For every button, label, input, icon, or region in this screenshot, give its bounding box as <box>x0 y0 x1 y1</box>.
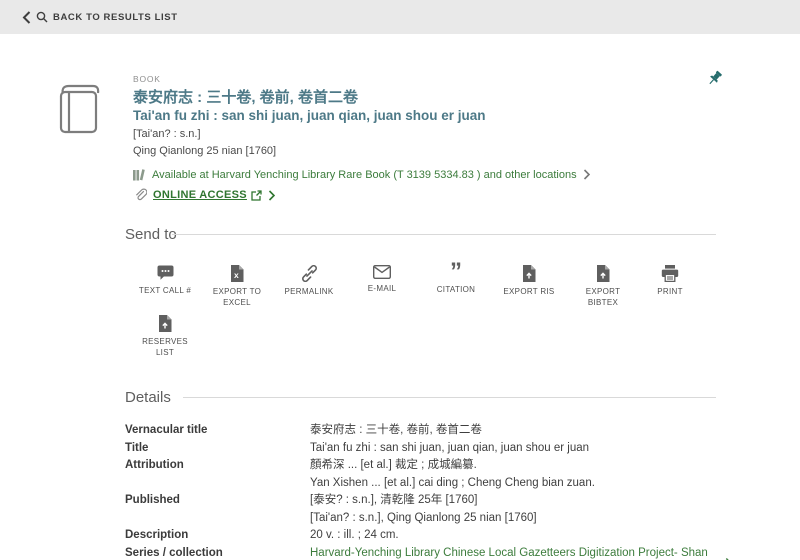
details-row-series-collection: Series / collection Harvard-Yenching Lib… <box>125 545 731 560</box>
svg-text:x: x <box>234 270 239 280</box>
topbar: BACK TO RESULTS LIST <box>0 0 800 34</box>
details-table: Vernacular title 泰安府志 : 三十卷, 卷前, 卷首二卷 Ti… <box>125 422 731 560</box>
details-value: Yan Xishen ... [et al.] cai ding ; Cheng… <box>310 476 595 489</box>
online-access-link[interactable]: ONLINE ACCESS <box>153 189 262 201</box>
speech-bubble-icon <box>157 265 173 280</box>
envelope-icon <box>373 265 391 279</box>
citation-button[interactable]: ” CITATION <box>419 258 493 295</box>
details-row-published: Published [泰安? : s.n.], 清乾隆 25年 [1760] [… <box>125 492 731 527</box>
send-to-rule <box>172 234 716 235</box>
reserves-list-button[interactable]: RESERVES LIST <box>128 315 202 358</box>
details-value: [Tai'an? : s.n.], Qing Qianlong 25 nian … <box>310 511 537 524</box>
action-label: TEXT CALL # <box>138 286 192 295</box>
action-label: RESERVES LIST <box>142 337 188 358</box>
record-imprint-line1: [Tai'an? : s.n.] <box>133 128 201 140</box>
external-link-icon <box>251 189 262 201</box>
details-label: Description <box>125 529 189 541</box>
pin-item-button[interactable] <box>706 70 723 87</box>
action-label: EXPORT BIBTEX <box>585 287 621 308</box>
record-title-vernacular: 泰安府志 : 三十卷, 卷前, 卷首二卷 <box>133 89 359 106</box>
chevron-right-icon <box>583 169 590 180</box>
details-row-description: Description 20 v. : ill. ; 24 cm. <box>125 527 731 545</box>
link-icon <box>301 265 317 282</box>
export-bibtex-button[interactable]: EXPORT BIBTEX <box>566 265 640 308</box>
chevron-right-icon <box>268 189 275 201</box>
paperclip-icon <box>135 188 147 201</box>
library-shelf-icon <box>133 169 145 181</box>
chevron-left-icon <box>22 10 31 24</box>
details-value: Tai'an fu zhi : san shi juan, juan qian,… <box>310 441 590 454</box>
printer-icon <box>661 265 679 282</box>
details-value: [泰安? : s.n.], 清乾隆 25年 [1760] <box>310 494 478 506</box>
quote-icon: ” <box>450 258 462 285</box>
details-label: Published <box>125 494 180 506</box>
email-button[interactable]: E-MAIL <box>345 265 419 294</box>
record-imprint-line2: Qing Qianlong 25 nian [1760] <box>133 144 277 157</box>
availability-link[interactable]: Available at Harvard Yenching Library Ra… <box>133 168 693 181</box>
permalink-button[interactable]: PERMALINK <box>272 265 346 297</box>
action-label: CITATION <box>436 285 476 294</box>
details-row-title: Title Tai'an fu zhi : san shi juan, juan… <box>125 440 731 458</box>
record-header: BOOK 泰安府志 : 三十卷, 卷前, 卷首二卷 Tai'an fu zhi … <box>133 74 693 202</box>
back-to-results-button[interactable]: BACK TO RESULTS LIST <box>20 7 180 28</box>
resource-type-label: BOOK <box>133 74 161 84</box>
excel-file-icon: x <box>231 265 244 282</box>
pushpin-icon <box>709 70 722 85</box>
back-to-results-label: BACK TO RESULTS LIST <box>53 11 178 23</box>
action-label: EXPORT TO EXCEL <box>212 287 262 308</box>
file-export-icon <box>597 265 610 282</box>
details-value: 顏希深 ... [et al.] 裁定 ; 成城編纂. <box>310 459 477 471</box>
action-label: PERMALINK <box>284 287 334 296</box>
file-export-icon <box>523 265 536 282</box>
details-label: Vernacular title <box>125 424 208 436</box>
export-ris-button[interactable]: EXPORT RIS <box>492 265 566 297</box>
series-collection-label: Harvard-Yenching Library Chinese Local G… <box>310 546 708 559</box>
details-rule <box>183 397 716 398</box>
series-collection-link[interactable]: Harvard-Yenching Library Chinese Local G… <box>310 545 731 560</box>
action-label: E-MAIL <box>367 284 397 293</box>
book-icon <box>59 84 100 134</box>
availability-text: Available at Harvard Yenching Library Ra… <box>152 168 577 181</box>
details-value: 泰安府志 : 三十卷, 卷前, 卷首二卷 <box>310 424 482 436</box>
record-title-romanized: Tai'an fu zhi : san shi juan, juan qian,… <box>133 108 486 123</box>
online-access-label: ONLINE ACCESS <box>153 189 247 201</box>
details-label: Attribution <box>125 459 184 471</box>
details-row-attribution: Attribution 顏希深 ... [et al.] 裁定 ; 成城編纂. … <box>125 457 731 492</box>
details-row-vernacular-title: Vernacular title 泰安府志 : 三十卷, 卷前, 卷首二卷 <box>125 422 731 440</box>
file-export-icon <box>159 315 172 332</box>
details-value: 20 v. : ill. ; 24 cm. <box>310 529 399 541</box>
send-to-heading: Send to <box>125 226 177 243</box>
online-access-row: ONLINE ACCESS <box>133 188 693 202</box>
print-button[interactable]: PRINT <box>633 265 707 297</box>
details-label: Series / collection <box>125 546 223 559</box>
details-heading: Details <box>125 389 171 406</box>
text-call-button[interactable]: TEXT CALL # <box>128 265 202 296</box>
action-label: PRINT <box>657 287 683 296</box>
chevron-right-icon <box>725 557 730 560</box>
export-to-excel-button[interactable]: x EXPORT TO EXCEL <box>200 265 274 308</box>
record-page: BACK TO RESULTS LIST BOOK 泰安府志 : 三十卷, 卷前… <box>0 0 800 560</box>
action-label: EXPORT RIS <box>503 287 555 296</box>
details-label: Title <box>125 441 149 454</box>
search-icon <box>36 11 48 23</box>
